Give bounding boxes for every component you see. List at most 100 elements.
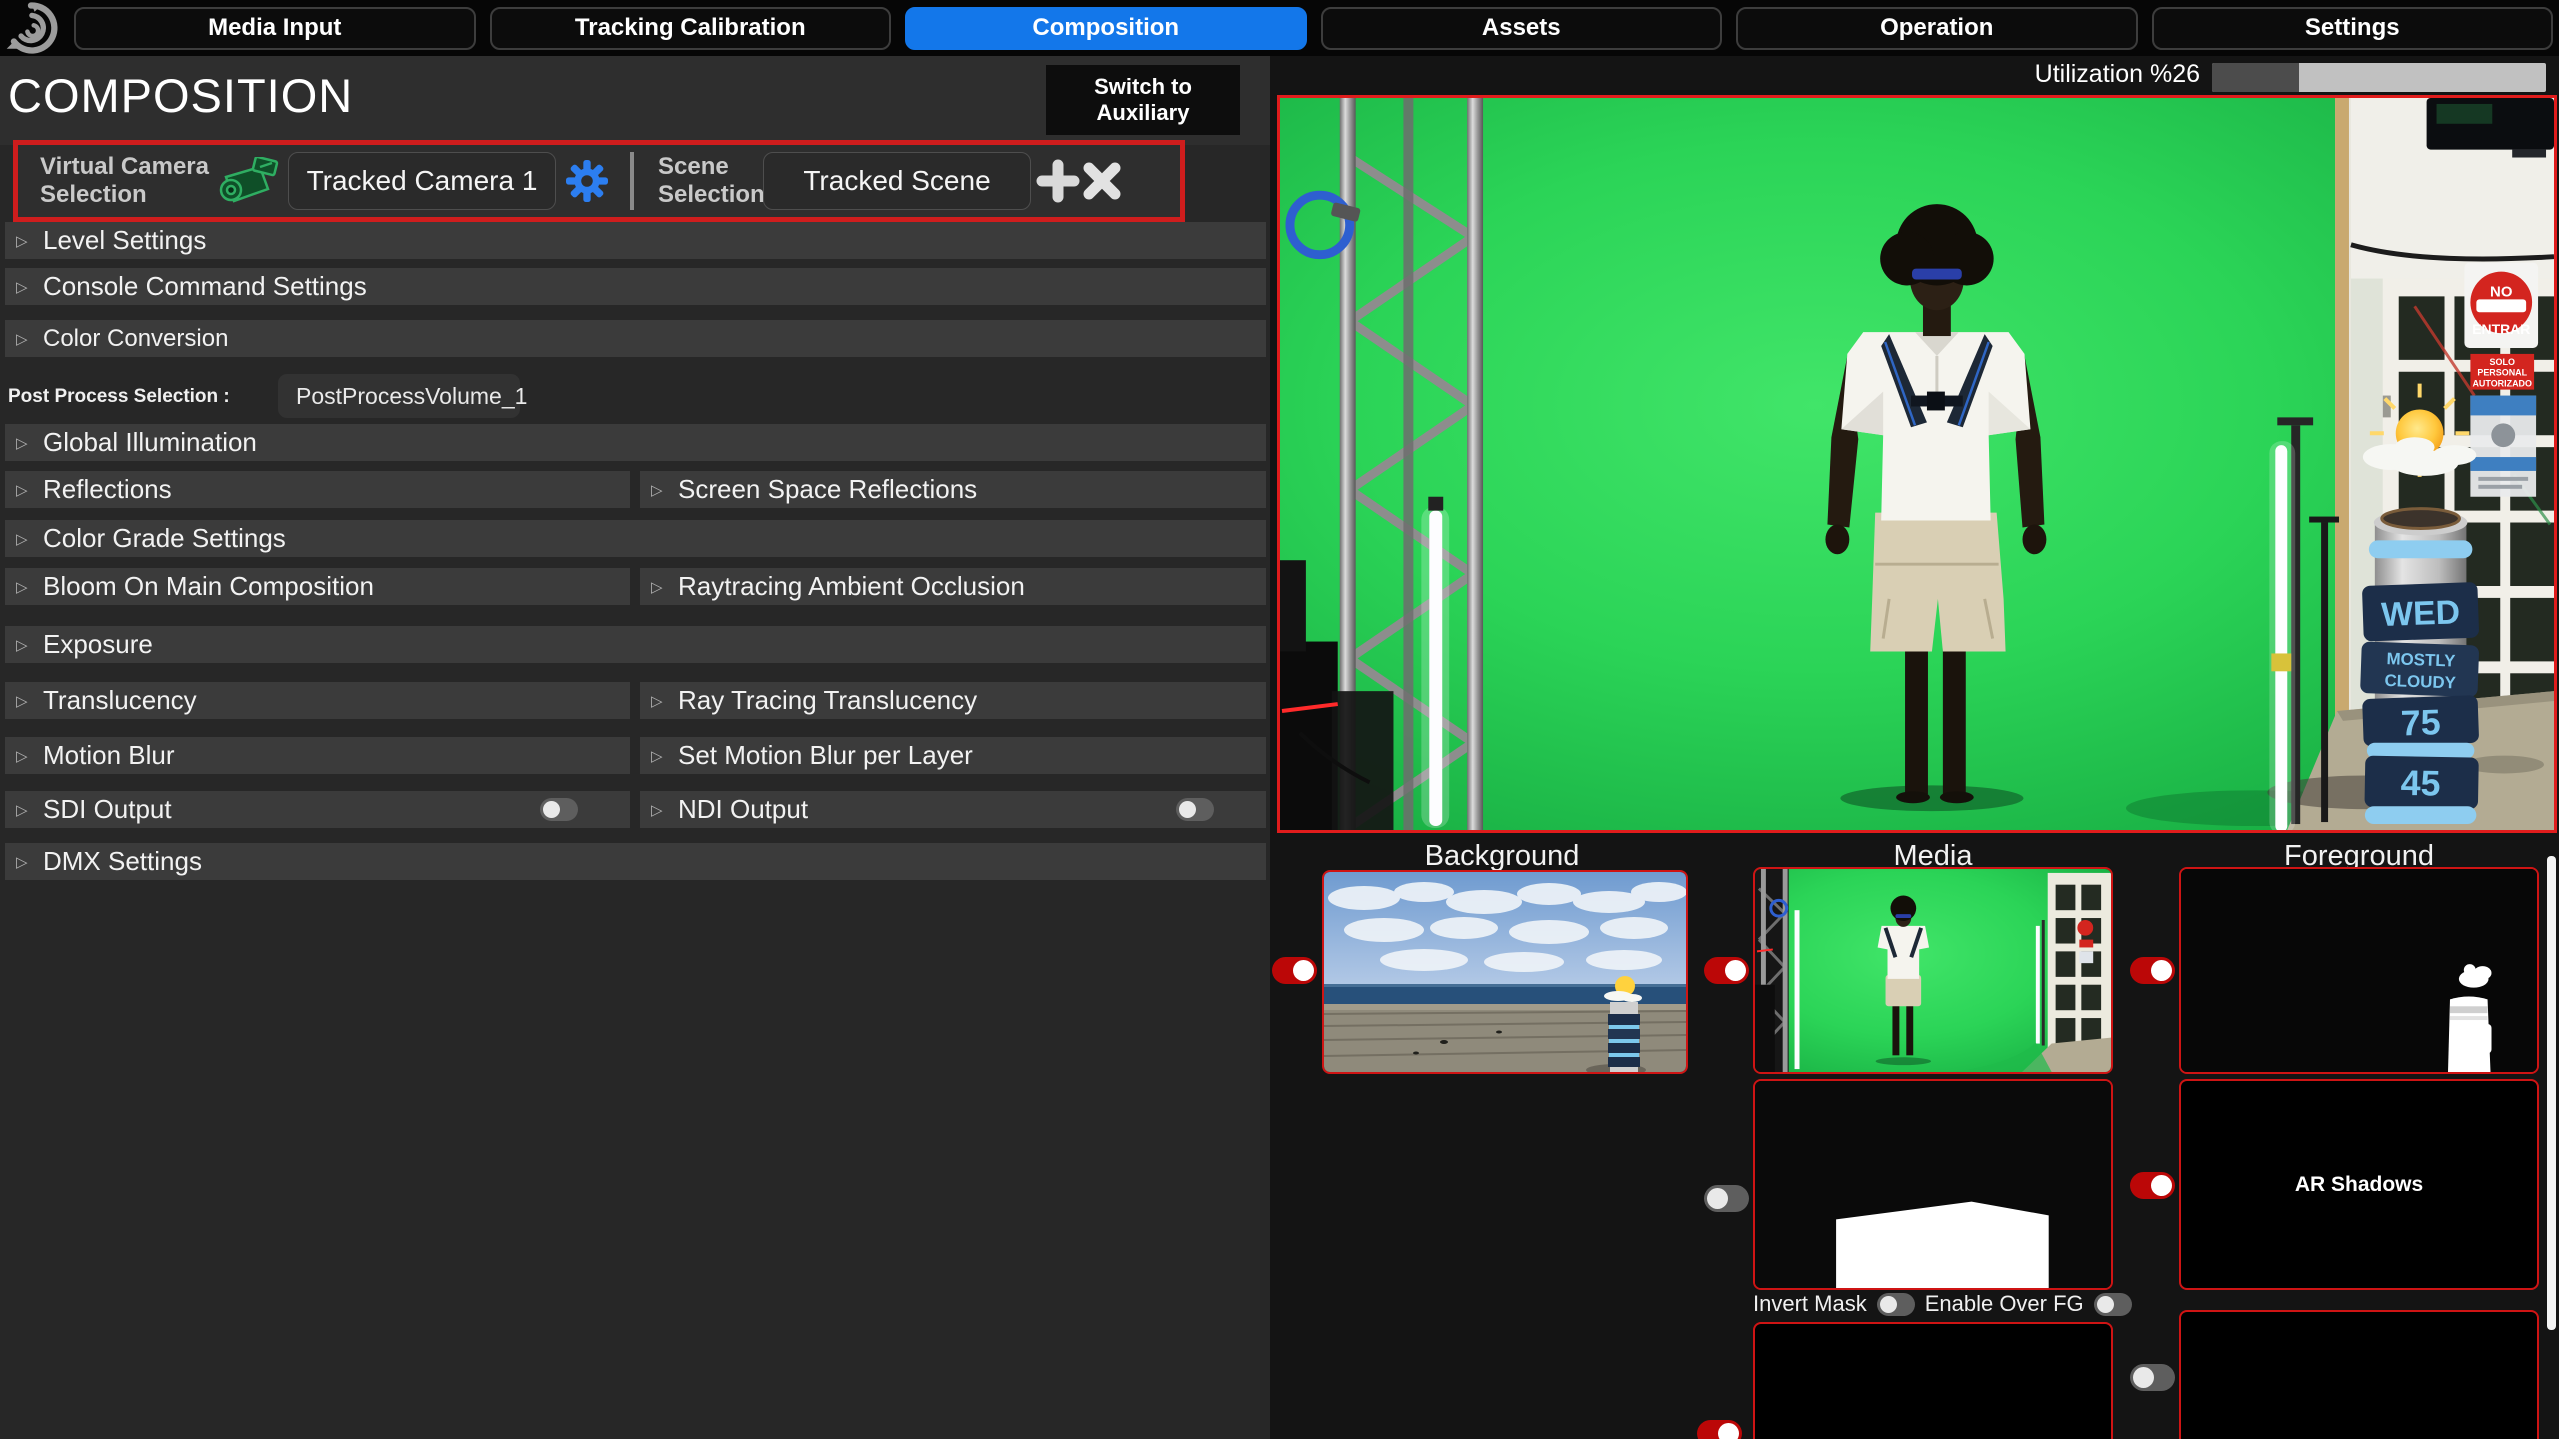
composition-panel: COMPOSITION Switch to Auxiliary Virtual …: [0, 56, 1270, 1439]
composition-preview[interactable]: NO ENTRAR SOLO PERSONAL AUTORIZADO: [1277, 95, 2557, 833]
section-level-settings[interactable]: ▷ Level Settings: [5, 222, 1266, 259]
led-tube-left: [1429, 511, 1442, 826]
scene-selection-label: Scene Selection: [658, 153, 765, 209]
expander-icon: ▷: [651, 481, 663, 499]
background-thumbnail[interactable]: [1322, 870, 1688, 1074]
tab-settings[interactable]: Settings: [2152, 7, 2554, 50]
svg-text:AUTORIZADO: AUTORIZADO: [2472, 379, 2532, 389]
camera-scene-selection-bar: Virtual Camera Selection Tracked Camera …: [13, 140, 1185, 222]
background-column-title: Background: [1322, 840, 1682, 873]
tab-operation[interactable]: Operation: [1736, 7, 2138, 50]
ar-weather-totem: WED MOSTLY CLOUDY 75 45: [2360, 384, 2479, 824]
foreground-thumbnail[interactable]: [2179, 867, 2539, 1074]
foreground-row3-toggle[interactable]: [2130, 1364, 2175, 1391]
invert-mask-toggle[interactable]: [1877, 1293, 1915, 1316]
main-tabs: Media Input Tracking Calibration Composi…: [74, 7, 2553, 50]
scene-select[interactable]: Tracked Scene: [763, 152, 1031, 210]
section-ndi-output[interactable]: ▷ NDI Output: [640, 791, 1266, 828]
section-set-motion-blur-per-layer[interactable]: ▷ Set Motion Blur per Layer: [640, 737, 1266, 774]
section-exposure[interactable]: ▷ Exposure: [5, 626, 1266, 663]
camera-settings-gear-icon[interactable]: [566, 160, 608, 202]
invert-mask-label: Invert Mask: [1753, 1291, 1867, 1317]
svg-text:MOSTLY: MOSTLY: [2386, 649, 2456, 670]
utilization-label: Utilization %26: [1960, 60, 2200, 89]
media-mask-toggle[interactable]: [1704, 1185, 1749, 1212]
tab-tracking-calibration[interactable]: Tracking Calibration: [490, 7, 892, 50]
add-scene-plus-icon[interactable]: [1036, 159, 1080, 203]
ndi-output-toggle[interactable]: [1176, 798, 1214, 821]
background-layer-toggle[interactable]: [1272, 957, 1317, 984]
remove-scene-x-icon[interactable]: [1080, 159, 1124, 203]
expander-icon: ▷: [16, 278, 28, 296]
no-entrar-sign: NO ENTRAR SOLO PERSONAL AUTORIZADO: [2464, 263, 2538, 497]
ar-shadows-label: AR Shadows: [2295, 1173, 2423, 1197]
utilization-bar: [2212, 63, 2546, 92]
expander-icon: ▷: [651, 801, 663, 819]
section-screen-space-reflections[interactable]: ▷ Screen Space Reflections: [640, 471, 1266, 508]
expander-icon: ▷: [16, 853, 28, 871]
scene-value: Tracked Scene: [803, 165, 990, 197]
mask-controls: Invert Mask Enable Over FG: [1753, 1291, 2132, 1317]
media-mask-thumbnail[interactable]: [1753, 1079, 2113, 1290]
svg-text:CLOUDY: CLOUDY: [2384, 671, 2456, 692]
expander-icon: ▷: [651, 747, 663, 765]
virtual-camera-value: Tracked Camera 1: [307, 165, 538, 197]
post-process-select[interactable]: PostProcessVolume_1: [278, 374, 520, 418]
tab-media-input[interactable]: Media Input: [74, 7, 476, 50]
expander-icon: ▷: [16, 692, 28, 710]
vertical-scrollbar[interactable]: [2547, 856, 2556, 1330]
app-window: Media Input Tracking Calibration Composi…: [0, 0, 2559, 1439]
expander-icon: ▷: [651, 692, 663, 710]
enable-over-fg-toggle[interactable]: [2094, 1293, 2132, 1316]
section-dmx-settings[interactable]: ▷ DMX Settings: [5, 843, 1266, 880]
divider: [630, 152, 634, 210]
section-sdi-output[interactable]: ▷ SDI Output: [5, 791, 630, 828]
top-tab-bar: Media Input Tracking Calibration Composi…: [0, 0, 2559, 56]
virtual-camera-selection-label: Virtual Camera Selection: [40, 153, 209, 209]
expander-icon: ▷: [16, 330, 28, 348]
expander-icon: ▷: [651, 578, 663, 596]
expander-icon: ▷: [16, 481, 28, 499]
section-color-grade-settings[interactable]: ▷ Color Grade Settings: [5, 520, 1266, 557]
enable-over-fg-label: Enable Over FG: [1925, 1291, 2084, 1317]
tab-assets[interactable]: Assets: [1321, 7, 1723, 50]
page-title: COMPOSITION: [8, 68, 353, 123]
section-color-conversion[interactable]: ▷ Color Conversion: [5, 320, 1266, 357]
post-process-selection-label: Post Process Selection :: [8, 386, 230, 408]
expander-icon: ▷: [16, 530, 28, 548]
led-tube-right: [2275, 445, 2287, 830]
section-reflections[interactable]: ▷ Reflections: [5, 471, 630, 508]
expander-icon: ▷: [16, 434, 28, 452]
sdi-output-toggle[interactable]: [540, 798, 578, 821]
foreground-layer-toggle[interactable]: [2130, 957, 2175, 984]
media-layer-toggle[interactable]: [1704, 957, 1749, 984]
svg-text:SOLO: SOLO: [2490, 357, 2515, 367]
svg-text:75: 75: [2400, 702, 2441, 743]
section-bloom-on-main-composition[interactable]: ▷ Bloom On Main Composition: [5, 568, 630, 605]
media-thumbnail[interactable]: [1753, 867, 2113, 1074]
section-global-illumination[interactable]: ▷ Global Illumination: [5, 424, 1266, 461]
section-ray-tracing-translucency[interactable]: ▷ Ray Tracing Translucency: [640, 682, 1266, 719]
svg-text:PERSONAL: PERSONAL: [2477, 368, 2527, 378]
section-translucency[interactable]: ▷ Translucency: [5, 682, 630, 719]
expander-icon: ▷: [16, 232, 28, 250]
utilization-fill: [2212, 63, 2299, 92]
switch-to-auxiliary-button[interactable]: Switch to Auxiliary: [1046, 65, 1240, 135]
virtual-camera-select[interactable]: Tracked Camera 1: [288, 152, 556, 210]
ar-shadows-toggle[interactable]: [2130, 1172, 2175, 1199]
media-row3-thumbnail[interactable]: [1753, 1322, 2113, 1439]
section-console-command-settings[interactable]: ▷ Console Command Settings: [5, 268, 1266, 305]
ar-shadows-thumbnail[interactable]: AR Shadows: [2179, 1079, 2539, 1290]
expander-icon: ▷: [16, 636, 28, 654]
foreground-row3-thumbnail[interactable]: [2179, 1310, 2539, 1439]
tab-composition[interactable]: Composition: [905, 7, 1307, 50]
section-raytracing-ambient-occlusion[interactable]: ▷ Raytracing Ambient Occlusion: [640, 568, 1266, 605]
expander-icon: ▷: [16, 747, 28, 765]
panel-header: COMPOSITION Switch to Auxiliary: [0, 56, 1270, 145]
section-motion-blur[interactable]: ▷ Motion Blur: [5, 737, 630, 774]
dragon-logo-icon: [4, 1, 58, 55]
expander-icon: ▷: [16, 801, 28, 819]
svg-text:WED: WED: [2381, 593, 2461, 634]
svg-text:NO: NO: [2490, 284, 2512, 300]
media-row3-toggle[interactable]: [1697, 1420, 1742, 1439]
